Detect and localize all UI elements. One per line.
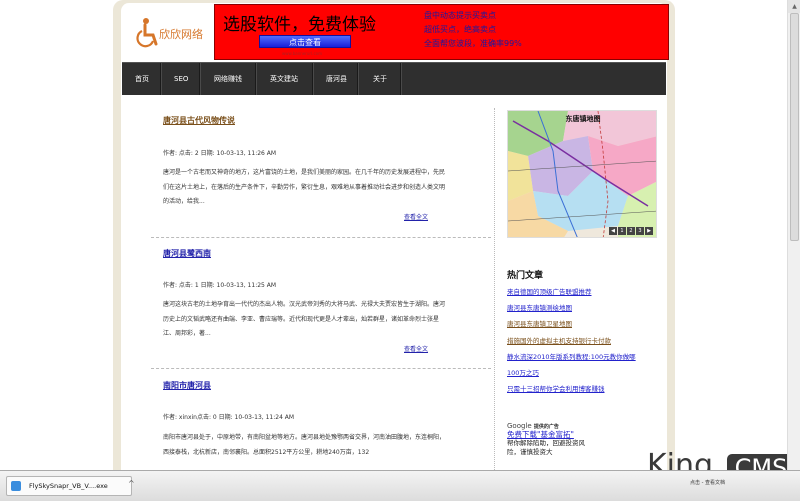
article-divider bbox=[151, 237, 491, 238]
nav-item-english-site[interactable]: 英文建站 bbox=[270, 63, 298, 95]
hot-article-link[interactable]: 唐河县东唐镇测绘地图 bbox=[507, 302, 677, 318]
ad-text: 帮你解除陷助，回避投资风险，谨慎投资大 bbox=[507, 439, 585, 456]
banner-line: 超低买点，绝高卖点 bbox=[424, 25, 496, 34]
read-more-link[interactable]: 查看全文 bbox=[404, 212, 428, 221]
hot-article-link[interactable]: 只需十三招帮你学会利用博客赚钱 bbox=[507, 383, 677, 399]
article-meta: 作者: 点击: 2 日期: 10-03-13, 11:26 AM bbox=[163, 150, 277, 157]
vertical-scrollbar[interactable]: ▲ bbox=[787, 0, 800, 470]
article-excerpt: 唐河是一个古老而又神奇的地方，这片富饶的土地，是我们美丽的家园。在几千年的历史发… bbox=[163, 169, 446, 205]
map-prev-button[interactable]: ◀ bbox=[609, 227, 617, 235]
hot-article-link[interactable]: 唐河县东唐镇卫星地图 bbox=[507, 318, 677, 334]
hot-article-link[interactable]: 措施国外的虚拟主机支持银行卡付款 bbox=[507, 335, 677, 351]
scroll-up-arrow-icon[interactable]: ▲ bbox=[788, 0, 800, 13]
map-page-button[interactable]: 3 bbox=[636, 227, 644, 235]
map-title: 东唐镇地图 bbox=[565, 115, 601, 123]
read-more-link[interactable]: 查看全文 bbox=[404, 344, 428, 353]
nav-item-tanghe[interactable]: 唐河县 bbox=[326, 63, 347, 95]
app-icon bbox=[11, 481, 21, 491]
nav-divider bbox=[357, 63, 358, 95]
map-page-button[interactable]: 1 bbox=[618, 227, 626, 235]
banner-line: 盘中动态提示买卖点 bbox=[424, 11, 496, 20]
site-logo[interactable]: 欣欣网络 bbox=[136, 17, 211, 49]
banner-view-button[interactable]: 点击查看 bbox=[259, 35, 351, 48]
banner-line: 全面帮您波段，准确率99% bbox=[424, 39, 522, 48]
article-title[interactable]: 唐河县鹭西南 bbox=[163, 248, 211, 259]
map-pager: ◀ 1 2 3 ▶ bbox=[609, 227, 653, 235]
scroll-thumb[interactable] bbox=[790, 13, 799, 241]
banner-url: www.bannerurl.com bbox=[282, 51, 322, 56]
site-name: 欣欣网络 bbox=[159, 28, 203, 41]
main-nav: 首页 SEO 网络赚钱 英文建站 唐河县 关于 bbox=[122, 62, 666, 95]
google-ad-brand: Google bbox=[507, 422, 532, 430]
taskbar-chevron-icon[interactable]: ^ bbox=[128, 479, 135, 488]
banner-ad[interactable]: 选股软件，免费体验 点击查看 www.bannerurl.com 盘中动态提示买… bbox=[214, 4, 669, 60]
taskbar-app-button[interactable]: FlySkySnapr_VB_V....exe bbox=[6, 476, 132, 496]
article-excerpt: 南阳市唐河县处于，中原地带，有南阳盆地等地方。唐河县地处豫鄂两省交界，河南油田腹… bbox=[163, 434, 446, 456]
article-title[interactable]: 南阳市唐河县 bbox=[163, 380, 211, 391]
column-divider bbox=[494, 108, 495, 500]
banner-title: 选股软件，免费体验 bbox=[223, 15, 376, 35]
banner-lines: 盘中动态提示买卖点 超低买点，绝高卖点 全面帮您波段，准确率99% bbox=[424, 9, 644, 51]
system-tray-text: 点击 - 查看文档 bbox=[690, 480, 725, 486]
nav-item-seo[interactable]: SEO bbox=[174, 63, 188, 95]
map-page-button[interactable]: 2 bbox=[627, 227, 635, 235]
nav-item-home[interactable]: 首页 bbox=[135, 63, 149, 95]
article-meta: 作者: 点击: 1 日期: 10-03-13, 11:25 AM bbox=[163, 282, 277, 289]
article-title[interactable]: 唐河县古代风物传说 bbox=[163, 115, 235, 126]
nav-divider bbox=[255, 63, 256, 95]
region-map-image bbox=[508, 111, 656, 237]
nav-divider bbox=[199, 63, 200, 95]
map-slideshow[interactable]: 东唐镇地图 ◀ 1 2 3 ▶ bbox=[507, 110, 657, 238]
hot-article-link[interactable]: 静水流深2010年版系列教程:100元教你做哪 bbox=[507, 351, 677, 367]
article-meta: 作者: xinxin点击: 0 日期: 10-03-13, 11:24 AM bbox=[163, 414, 295, 421]
taskbar: FlySkySnapr_VB_V....exe ^ 点击 - 查看文档 bbox=[0, 470, 800, 501]
article-divider bbox=[151, 368, 491, 369]
hot-article-link[interactable]: 来自德国的顶级广告联盟推荐 bbox=[507, 286, 677, 302]
nav-divider bbox=[312, 63, 313, 95]
hot-article-link[interactable]: 100万之巧 bbox=[507, 367, 677, 383]
article-excerpt: 唐河这块古老的土地孕育出一代代的杰出人物。汉光武帝刘秀的大将马武、光禄大夫贾宏皆… bbox=[163, 301, 446, 337]
nav-item-make-money[interactable]: 网络赚钱 bbox=[214, 63, 242, 95]
hot-articles-heading: 热门文章 bbox=[507, 271, 544, 281]
nav-divider bbox=[160, 63, 161, 95]
hot-articles-list: 来自德国的顶级广告联盟推荐 唐河县东唐镇测绘地图 唐河县东唐镇卫星地图 措施国外… bbox=[507, 286, 677, 399]
nav-item-about[interactable]: 关于 bbox=[373, 63, 387, 95]
ad-link[interactable]: 免费下载"基金富拓" bbox=[507, 430, 587, 439]
google-ad-block: Google 提供的广告 免费下载"基金富拓" 帮你解除陷助，回避投资风险，谨慎… bbox=[507, 422, 587, 457]
google-ad-label: Google 提供的广告 bbox=[507, 422, 587, 430]
nav-divider bbox=[400, 63, 401, 95]
taskbar-app-label: FlySkySnapr_VB_V....exe bbox=[29, 482, 108, 490]
map-next-button[interactable]: ▶ bbox=[645, 227, 653, 235]
